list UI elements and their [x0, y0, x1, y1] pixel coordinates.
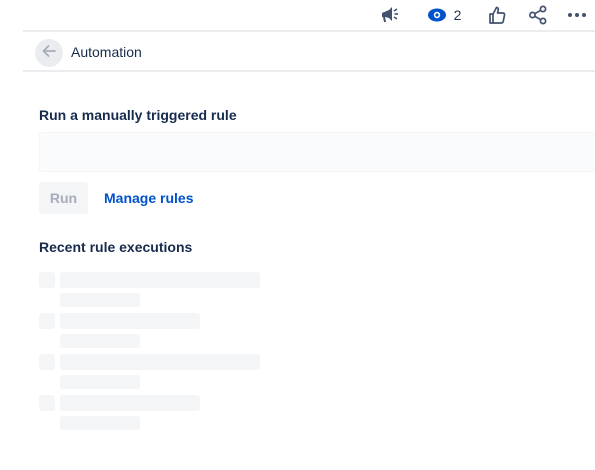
thumbs-up-icon: [487, 5, 507, 25]
skeleton-line: [60, 416, 140, 430]
share-button[interactable]: [527, 2, 549, 28]
share-icon: [528, 5, 548, 25]
skeleton-line: [60, 375, 140, 389]
watch-button[interactable]: 2: [424, 2, 464, 28]
rule-select[interactable]: [39, 132, 595, 172]
skeleton-icon: [39, 395, 55, 411]
like-button[interactable]: [486, 2, 508, 28]
announce-button[interactable]: [378, 2, 400, 28]
panel-header: Automation: [23, 32, 595, 71]
more-actions-button[interactable]: [566, 2, 588, 28]
manual-rule-heading: Run a manually triggered rule: [39, 107, 237, 123]
skeleton-icon: [39, 272, 55, 288]
skeleton-icon: [39, 313, 55, 329]
back-button[interactable]: [35, 39, 63, 67]
more-icon: [567, 12, 587, 18]
skeleton-line: [60, 395, 200, 411]
skeleton-line: [60, 313, 200, 329]
header-divider: [23, 70, 595, 72]
watch-count: 2: [453, 7, 462, 23]
skeleton-icon: [39, 354, 55, 370]
run-button[interactable]: Run: [39, 182, 88, 214]
manage-rules-link[interactable]: Manage rules: [104, 190, 193, 206]
page-toolbar: 2: [0, 0, 595, 30]
skeleton-line: [60, 293, 140, 307]
megaphone-icon: [379, 5, 399, 25]
skeleton-line: [60, 272, 260, 288]
arrow-left-icon: [41, 43, 57, 64]
panel-title: Automation: [71, 44, 142, 60]
eye-icon: [427, 6, 447, 24]
recent-executions-heading: Recent rule executions: [39, 239, 193, 255]
skeleton-line: [60, 354, 260, 370]
skeleton-line: [60, 334, 140, 348]
